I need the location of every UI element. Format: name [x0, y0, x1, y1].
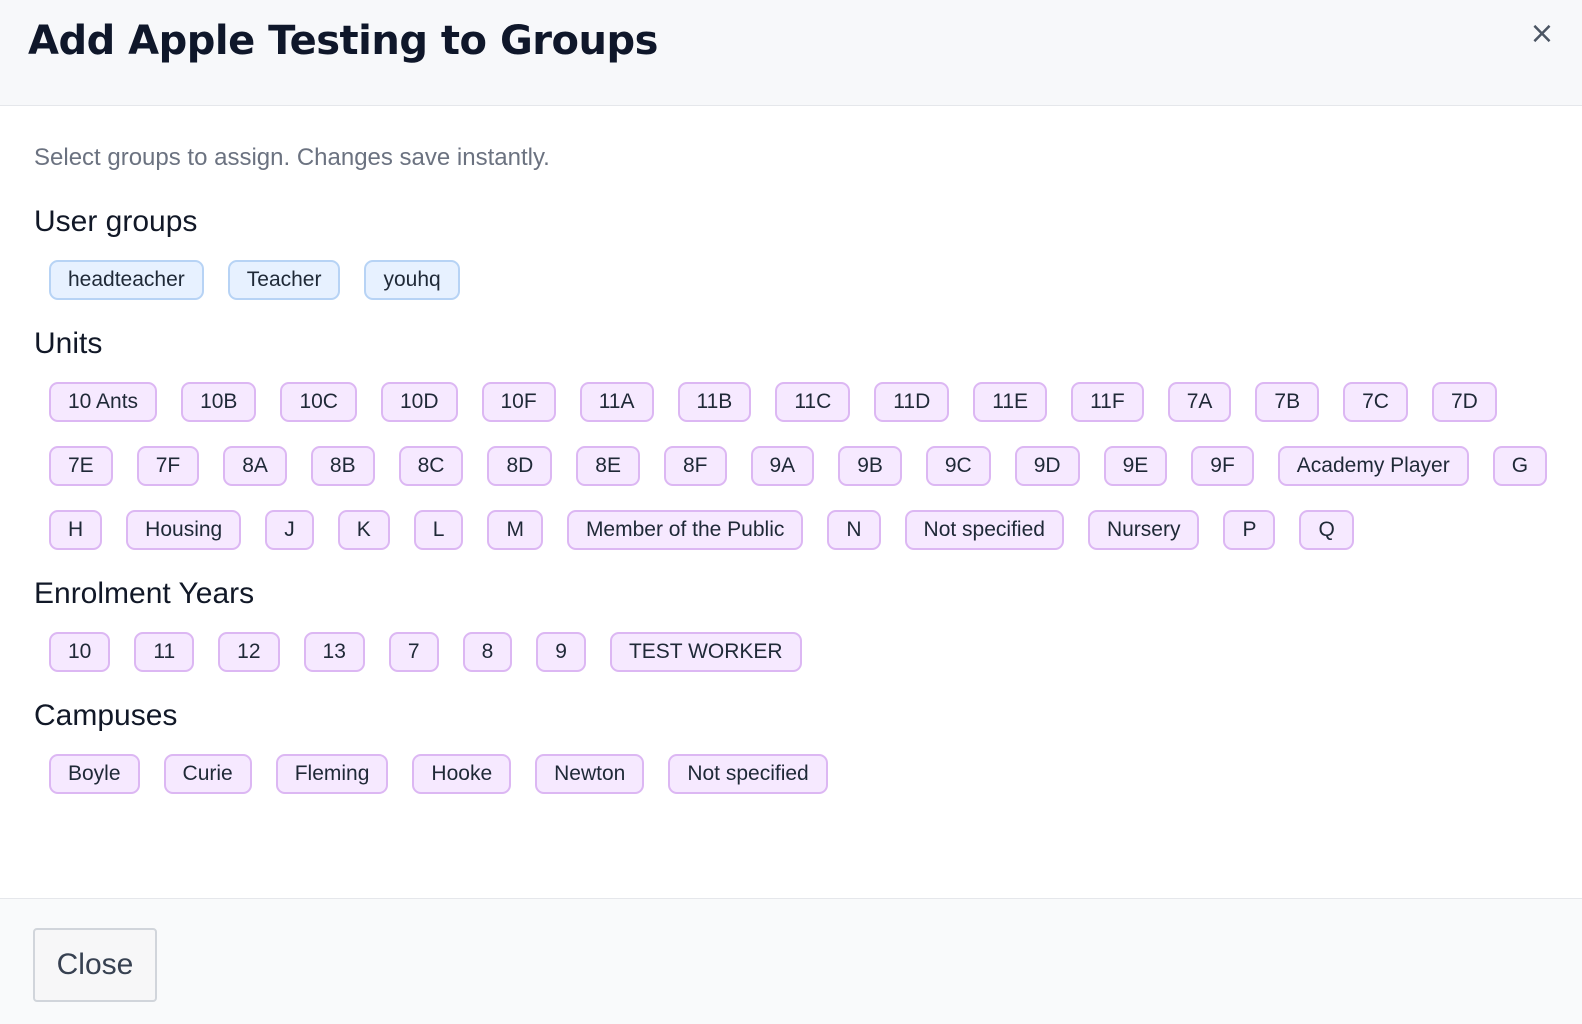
add-to-groups-modal: Add Apple Testing to Groups × Select gro…: [0, 0, 1582, 1024]
group-chip[interactable]: 8A: [223, 446, 287, 486]
group-chip[interactable]: 11F: [1071, 382, 1144, 422]
group-chip[interactable]: 8D: [487, 446, 553, 486]
group-chip[interactable]: 7F: [136, 446, 200, 486]
group-chip[interactable]: 7E: [49, 446, 113, 486]
group-chip[interactable]: 10D: [380, 382, 458, 422]
instructions-text: Select groups to assign. Changes save in…: [34, 144, 550, 171]
section-campuses: Campuses Boyle Curie Fleming Hooke Newton Not…: [34, 696, 1548, 794]
group-chip[interactable]: 11C: [775, 382, 851, 422]
group-chip[interactable]: Fleming: [275, 754, 389, 794]
group-chip[interactable]: Not specified: [668, 754, 828, 794]
group-chip[interactable]: 9B: [838, 446, 902, 486]
section-enrolment-years: Enrolment Years 10 11 12 13 7 8 9 TEST WORKER: [34, 574, 1548, 672]
chip-list: headteacher Teacher youhq: [34, 260, 1548, 300]
group-chip[interactable]: 11E: [973, 382, 1048, 422]
group-chip[interactable]: 8F: [663, 446, 727, 486]
section-user-groups: User groups headteacher Teacher youhq: [34, 202, 1548, 300]
group-chip[interactable]: Curie: [163, 754, 252, 794]
group-chip[interactable]: Newton: [535, 754, 645, 794]
group-chip[interactable]: J: [265, 510, 314, 550]
group-chip[interactable]: youhq: [364, 260, 460, 300]
group-chip[interactable]: 11B: [677, 382, 752, 422]
group-chip[interactable]: 9E: [1103, 446, 1168, 486]
close-icon[interactable]: ×: [1526, 18, 1558, 50]
group-chip[interactable]: G: [1492, 446, 1548, 486]
modal-footer: Close: [0, 898, 1582, 1024]
group-chip[interactable]: P: [1223, 510, 1276, 550]
group-chip[interactable]: 9A: [750, 446, 815, 486]
group-chip[interactable]: K: [337, 510, 390, 550]
group-chip[interactable]: 10C: [280, 382, 357, 422]
group-chip[interactable]: 8: [462, 632, 513, 672]
group-chip[interactable]: 9C: [925, 446, 991, 486]
group-chip[interactable]: 10F: [481, 382, 556, 422]
group-chip[interactable]: 7A: [1167, 382, 1232, 422]
group-chip[interactable]: 9F: [1191, 446, 1254, 486]
group-chip[interactable]: 9D: [1014, 446, 1080, 486]
group-chip[interactable]: 11D: [874, 382, 950, 422]
group-chip[interactable]: Housing: [126, 510, 242, 550]
group-chip[interactable]: 13: [303, 632, 365, 672]
group-chip[interactable]: headteacher: [49, 260, 204, 300]
group-chip[interactable]: 12: [218, 632, 280, 672]
group-chip[interactable]: 8B: [310, 446, 375, 486]
group-chip[interactable]: Hooke: [412, 754, 512, 794]
group-chip[interactable]: Member of the Public: [566, 510, 804, 550]
group-chip[interactable]: 10 Ants: [49, 382, 158, 422]
group-chip[interactable]: Academy Player: [1277, 446, 1469, 486]
group-chip[interactable]: M: [487, 510, 543, 550]
group-chip[interactable]: 8C: [398, 446, 464, 486]
group-chip[interactable]: H: [49, 510, 103, 550]
group-chip[interactable]: N: [827, 510, 881, 550]
group-chip[interactable]: Nursery: [1087, 510, 1200, 550]
group-chip[interactable]: Teacher: [227, 260, 341, 300]
section-title: User groups: [34, 205, 198, 238]
chip-list: 10 11 12 13 7 8 9 TEST WORKER: [34, 632, 1548, 672]
group-chip[interactable]: TEST WORKER: [609, 632, 802, 672]
modal-header: Add Apple Testing to Groups ×: [0, 0, 1582, 106]
chip-list: Boyle Curie Fleming Hooke Newton Not specifie…: [34, 754, 1548, 794]
group-chip[interactable]: 9: [536, 632, 586, 672]
group-chip[interactable]: Not specified: [904, 510, 1064, 550]
section-units: Units 10 Ants 10B 10C 10D 10F 11A 11B 11C 11D 11E…: [34, 324, 1548, 550]
section-title: Enrolment Years: [34, 577, 255, 610]
group-chip[interactable]: 11: [134, 632, 195, 672]
group-chip[interactable]: 8E: [576, 446, 640, 486]
group-chip[interactable]: 7: [388, 632, 439, 672]
group-chip[interactable]: 10B: [181, 382, 257, 422]
group-chip[interactable]: 7B: [1255, 382, 1320, 422]
group-chip[interactable]: Q: [1299, 510, 1354, 550]
group-chip[interactable]: 7D: [1431, 382, 1497, 422]
close-button[interactable]: Close: [33, 928, 157, 1002]
group-chip[interactable]: 10: [49, 632, 111, 672]
group-chip[interactable]: L: [413, 510, 464, 550]
section-title: Units: [34, 327, 103, 360]
modal-body: Select groups to assign. Changes save in…: [0, 106, 1582, 898]
group-chip[interactable]: 11A: [579, 382, 654, 422]
chip-list: 10 Ants 10B 10C 10D 10F 11A 11B 11C 11D 11E 11F 7A 7…: [34, 382, 1548, 550]
section-title: Campuses: [34, 699, 178, 732]
group-chip[interactable]: 7C: [1343, 382, 1408, 422]
modal-title: Add Apple Testing to Groups: [28, 18, 658, 64]
group-chip[interactable]: Boyle: [49, 754, 140, 794]
